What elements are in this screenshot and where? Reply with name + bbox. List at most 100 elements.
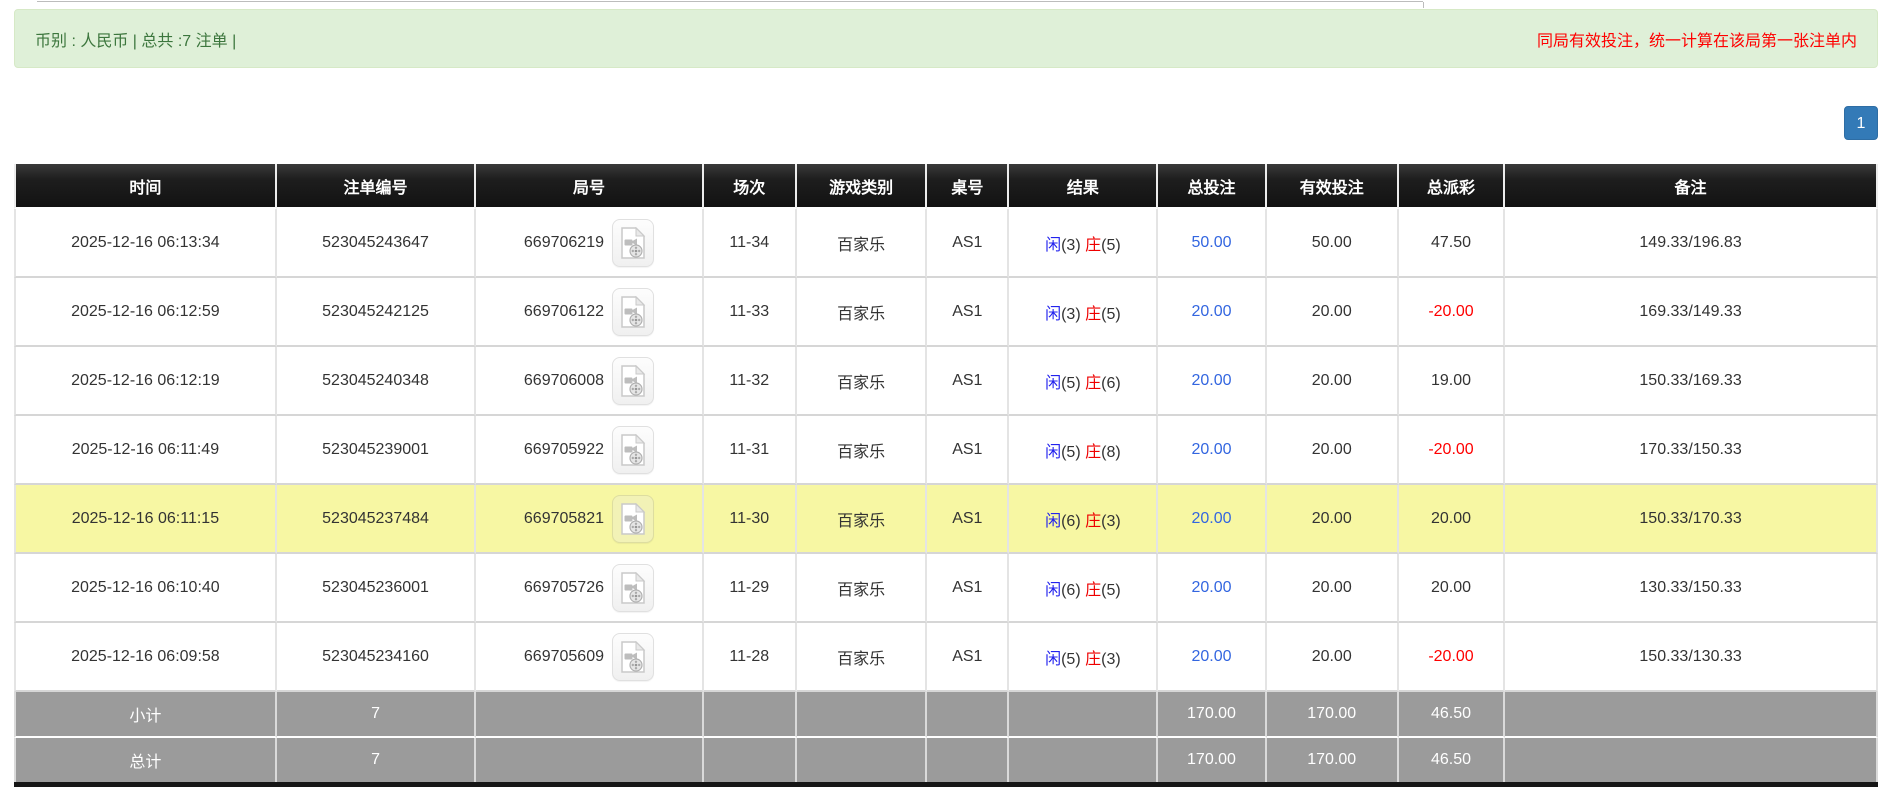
cell-time: 2025-12-16 06:13:34 [14, 209, 277, 278]
result-banker-label: 庄 [1085, 444, 1101, 461]
round-number: 669705922 [524, 441, 604, 458]
table-row: 2025-12-16 06:10:40523045236001 669705726… [14, 554, 1878, 623]
result-player-label: 闲 [1045, 237, 1061, 254]
cell-remark: 170.33/150.33 [1505, 416, 1878, 485]
video-replay-button[interactable] [612, 219, 654, 267]
cell-result: 闲(6) 庄(3) [1009, 485, 1158, 554]
cell-valid-bet: 20.00 [1267, 623, 1399, 692]
cell-result: 闲(3) 庄(5) [1009, 278, 1158, 347]
summary-empty-cell [797, 738, 927, 782]
video-replay-button[interactable] [612, 495, 654, 543]
summary-label: 小计 [14, 692, 277, 738]
result-player-score: (5) [1061, 375, 1085, 392]
cell-valid-bet: 20.00 [1267, 416, 1399, 485]
video-replay-icon [620, 227, 646, 259]
total-bet-link[interactable]: 20.00 [1191, 648, 1231, 665]
notice-text: 同局有效投注，统一计算在该局第一张注单内 [1537, 27, 1857, 51]
summary-count: 7 [277, 692, 476, 738]
cell-valid-bet: 20.00 [1267, 347, 1399, 416]
cell-session: 11-31 [704, 416, 797, 485]
clipped-panel-edge [0, 0, 1892, 9]
total-bet-link[interactable]: 50.00 [1191, 234, 1231, 251]
page-1-button[interactable]: 1 [1844, 106, 1878, 140]
video-replay-icon [620, 641, 646, 673]
cell-table-no: AS1 [927, 554, 1009, 623]
cell-round: 669705922 [476, 416, 703, 485]
result-banker-score: (5) [1101, 237, 1121, 254]
cell-remark: 150.33/170.33 [1505, 485, 1878, 554]
cell-total-bet: 20.00 [1158, 485, 1266, 554]
header-result: 结果 [1009, 164, 1158, 209]
header-total-bet: 总投注 [1158, 164, 1266, 209]
summary-remark-cell [1505, 692, 1878, 738]
summary-remark-cell [1505, 738, 1878, 782]
header-table-no: 桌号 [927, 164, 1009, 209]
result-player-score: (6) [1061, 513, 1085, 530]
cell-game-type: 百家乐 [797, 623, 927, 692]
summary-banner: 币别 : 人民币 | 总共 :7 注单 | 同局有效投注，统一计算在该局第一张注… [14, 9, 1878, 68]
cell-result: 闲(3) 庄(5) [1009, 209, 1158, 278]
result-banker-label: 庄 [1085, 375, 1101, 392]
total-bet-link[interactable]: 20.00 [1191, 579, 1231, 596]
result-banker-label: 庄 [1085, 651, 1101, 668]
result-player-label: 闲 [1045, 375, 1061, 392]
header-valid-bet: 有效投注 [1267, 164, 1399, 209]
summary-label: 总计 [14, 738, 277, 782]
cell-bet-id: 523045236001 [277, 554, 476, 623]
cell-bet-id: 523045239001 [277, 416, 476, 485]
summary-total-bet: 170.00 [1158, 738, 1266, 782]
total-bet-link[interactable]: 20.00 [1191, 510, 1231, 527]
summary-empty-cell [1009, 738, 1158, 782]
cell-valid-bet: 20.00 [1267, 485, 1399, 554]
round-number: 669706122 [524, 303, 604, 320]
total-bet-link[interactable]: 20.00 [1191, 372, 1231, 389]
cell-payout: -20.00 [1399, 416, 1505, 485]
cell-session: 11-30 [704, 485, 797, 554]
cell-remark: 169.33/149.33 [1505, 278, 1878, 347]
cell-table-no: AS1 [927, 416, 1009, 485]
round-number: 669706008 [524, 372, 604, 389]
cell-game-type: 百家乐 [797, 485, 927, 554]
summary-empty-cell [927, 738, 1009, 782]
result-banker-score: (5) [1101, 582, 1121, 599]
result-banker-score: (5) [1101, 306, 1121, 323]
cell-total-bet: 20.00 [1158, 554, 1266, 623]
round-number: 669705726 [524, 579, 604, 596]
result-banker-score: (3) [1101, 651, 1121, 668]
cell-session: 11-32 [704, 347, 797, 416]
table-row: 2025-12-16 06:11:15523045237484669705821… [14, 485, 1878, 554]
summary-empty-cell [927, 692, 1009, 738]
summary-payout: 46.50 [1399, 692, 1505, 738]
cell-table-no: AS1 [927, 623, 1009, 692]
total-bet-link[interactable]: 20.00 [1191, 441, 1231, 458]
video-replay-button[interactable] [612, 426, 654, 474]
cell-total-bet: 50.00 [1158, 209, 1266, 278]
result-banker-label: 庄 [1085, 513, 1101, 530]
cell-time: 2025-12-16 06:10:40 [14, 554, 277, 623]
video-replay-button[interactable] [612, 288, 654, 336]
header-round: 局号 [476, 164, 703, 209]
header-payout: 总派彩 [1399, 164, 1505, 209]
cell-session: 11-34 [704, 209, 797, 278]
video-replay-button[interactable] [612, 633, 654, 681]
summary-total-bet: 170.00 [1158, 692, 1266, 738]
total-bet-link[interactable]: 20.00 [1191, 303, 1231, 320]
cell-remark: 130.33/150.33 [1505, 554, 1878, 623]
cell-time: 2025-12-16 06:11:15 [14, 485, 277, 554]
result-banker-score: (3) [1101, 513, 1121, 530]
cell-remark: 149.33/196.83 [1505, 209, 1878, 278]
video-replay-button[interactable] [612, 564, 654, 612]
cell-session: 11-29 [704, 554, 797, 623]
cell-time: 2025-12-16 06:09:58 [14, 623, 277, 692]
cell-game-type: 百家乐 [797, 278, 927, 347]
cell-game-type: 百家乐 [797, 347, 927, 416]
table-row: 2025-12-16 06:12:19523045240348669706008… [14, 347, 1878, 416]
video-replay-button[interactable] [612, 357, 654, 405]
result-banker-label: 庄 [1085, 582, 1101, 599]
result-player-score: (5) [1061, 444, 1085, 461]
summary-valid-bet: 170.00 [1267, 738, 1399, 782]
cell-payout: -20.00 [1399, 278, 1505, 347]
table-row: 2025-12-16 06:09:58523045234160669705609… [14, 623, 1878, 692]
cell-game-type: 百家乐 [797, 416, 927, 485]
cell-bet-id: 523045234160 [277, 623, 476, 692]
